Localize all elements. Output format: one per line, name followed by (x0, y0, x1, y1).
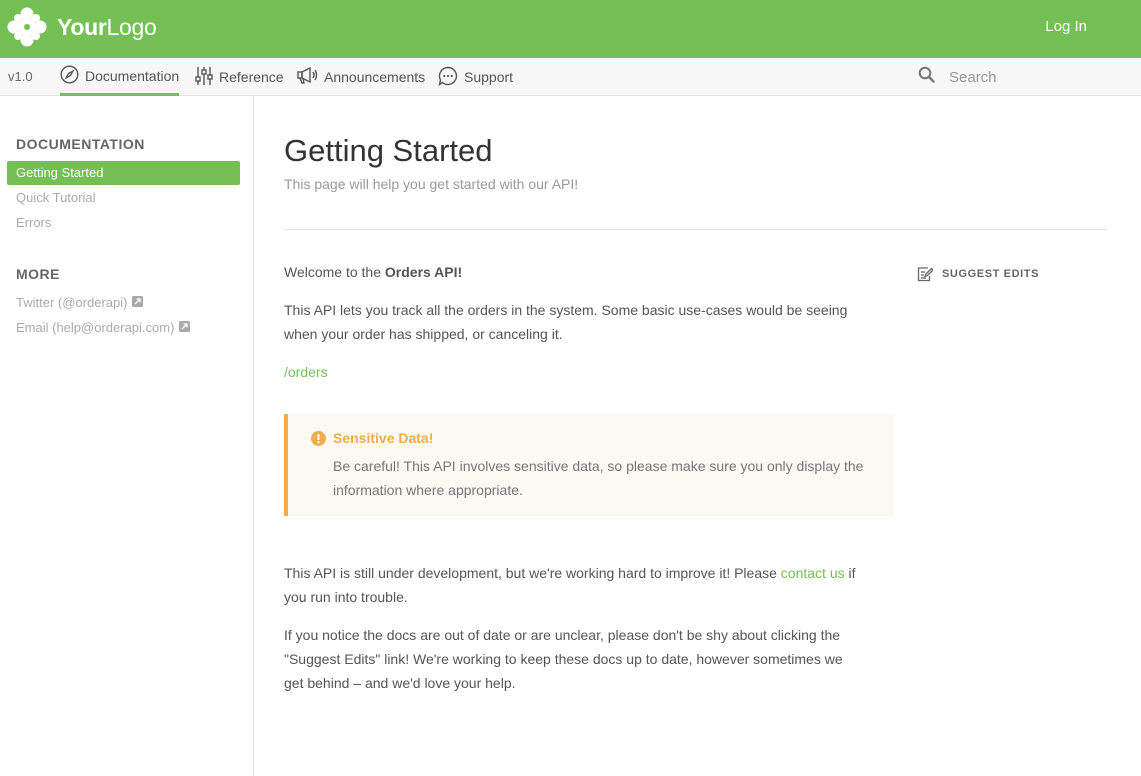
external-link-icon (179, 320, 191, 335)
search-box[interactable] (918, 66, 1129, 88)
sidebar-item-errors[interactable]: Errors (16, 215, 51, 230)
clover-logo-icon (7, 7, 47, 47)
callout-body: Be careful! This API involves sensitive … (333, 458, 864, 498)
compass-icon (60, 64, 79, 87)
notice-line-3: get behind – and we'd love your help. (284, 675, 516, 691)
notice-line-1: If you notice the docs are out of date o… (284, 627, 841, 643)
tab-documentation[interactable]: Documentation (60, 58, 180, 96)
divider (284, 229, 1107, 230)
sliders-icon (195, 66, 213, 89)
development-text: This API is still under development, but… (284, 565, 856, 581)
intro-line-2: when your order has shipped, or cancelin… (284, 326, 563, 342)
sidebar-item-email-label: Email (help@orderapi.com) (16, 320, 175, 335)
sidebar-item-twitter[interactable]: Twitter (@orderapi) (16, 295, 144, 310)
tab-announcements-label: Announcements (324, 69, 426, 85)
api-name: Orders API! (384, 264, 463, 280)
top-bar: YourLogo Log In (0, 0, 1141, 58)
nav-bar: v1.0 Documentation Reference Announcemen… (0, 58, 1141, 96)
sidebar-item-quick-tutorial[interactable]: Quick Tutorial (16, 190, 95, 205)
tab-announcements[interactable]: Announcements (297, 58, 425, 96)
tab-reference-label: Reference (219, 69, 284, 85)
callout-title: Sensitive Data! (333, 430, 434, 446)
orders-link[interactable]: /orders (284, 360, 328, 384)
page-title: Getting Started (284, 133, 493, 168)
tab-reference[interactable]: Reference (195, 58, 284, 96)
tab-support[interactable]: Support (438, 58, 513, 96)
sidebar-heading-more: MORE (16, 266, 60, 282)
suggest-edits-button[interactable]: SUGGEST EDITS (917, 266, 1039, 282)
tab-support-label: Support (464, 69, 514, 85)
version-label[interactable]: v1.0 (8, 69, 33, 84)
development-text-line-2: you run into trouble. (284, 589, 408, 605)
welcome-text: Welcome to the Orders API! (284, 264, 463, 280)
search-icon (918, 66, 935, 88)
search-input[interactable] (949, 68, 1129, 86)
suggest-edits-label: SUGGEST EDITS (942, 268, 1040, 280)
contact-us-link[interactable]: contact us (781, 565, 845, 581)
sidebar-item-getting-started[interactable]: Getting Started (7, 161, 240, 185)
page-subtitle: This page will help you get started with… (284, 176, 579, 192)
intro-line-1: This API lets you track all the orders i… (284, 302, 848, 318)
login-link[interactable]: Log In (1045, 18, 1087, 35)
tab-documentation-label: Documentation (85, 67, 180, 84)
edit-document-icon (917, 267, 933, 282)
external-link-icon (132, 295, 144, 310)
warning-callout: Sensitive Data! Be careful! This API inv… (284, 414, 894, 516)
warning-icon (311, 429, 326, 453)
sidebar-item-email[interactable]: Email (help@orderapi.com) (16, 320, 191, 335)
chat-bubble-icon (438, 66, 458, 89)
sidebar-heading-documentation: DOCUMENTATION (16, 136, 145, 152)
sidebar-item-twitter-label: Twitter (@orderapi) (16, 295, 128, 310)
sidebar: DOCUMENTATION Getting Started Quick Tuto… (0, 96, 254, 776)
logo[interactable]: YourLogo (6, 6, 157, 48)
logo-text: YourLogo (57, 13, 157, 40)
notice-line-2: "Suggest Edits" link! We're working to k… (284, 651, 843, 667)
megaphone-icon (297, 66, 318, 88)
